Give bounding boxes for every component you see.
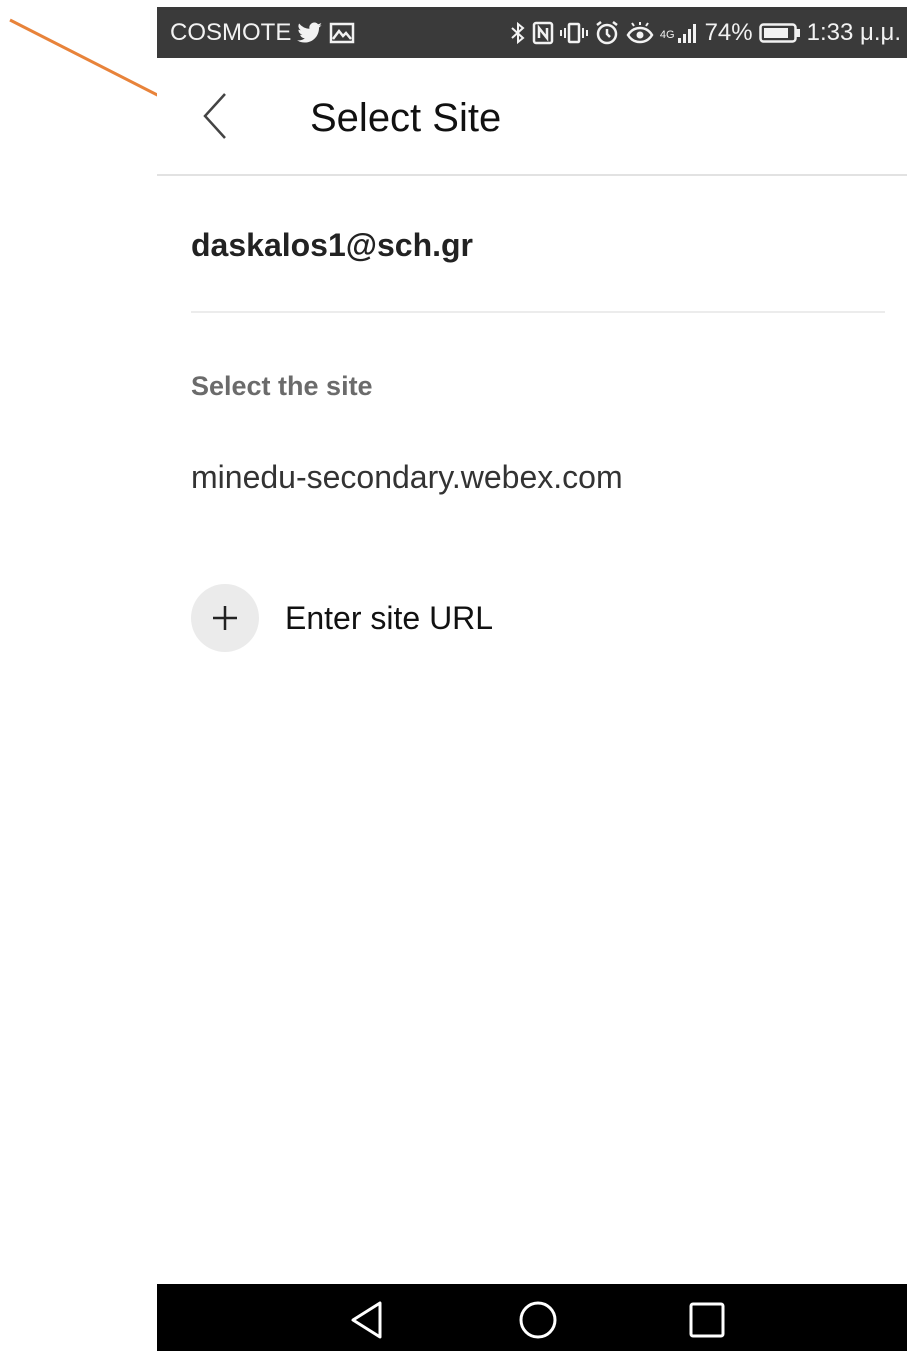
page: COSMOTE 4G 74% 1:33 μ.μ. Select Site das… <box>0 0 907 1351</box>
plus-icon <box>213 606 237 630</box>
alarm-icon <box>596 20 618 44</box>
page-title: Select Site <box>310 96 502 140</box>
app-header: Select Site <box>157 58 907 176</box>
navigation-bar <box>157 1284 907 1351</box>
account-row: daskalos1@sch.gr <box>191 175 885 313</box>
nav-back-button[interactable] <box>349 1300 389 1340</box>
account-email: daskalos1@sch.gr <box>191 227 473 263</box>
plus-circle <box>191 584 259 652</box>
chevron-left-icon <box>203 93 226 139</box>
nfc-icon <box>532 21 554 44</box>
battery-percent: 74% <box>704 18 753 46</box>
battery-icon <box>758 22 800 43</box>
vibrate-icon <box>559 22 588 43</box>
nav-recents-icon <box>689 1302 725 1338</box>
nav-back-icon <box>351 1301 382 1339</box>
twitter-icon <box>297 21 323 42</box>
status-bar: COSMOTE 4G 74% 1:33 μ.μ. <box>157 7 907 58</box>
network-type: 4G <box>659 28 675 41</box>
carrier-name: COSMOTE <box>170 18 292 46</box>
nav-home-icon <box>519 1301 557 1339</box>
gallery-icon <box>330 22 355 43</box>
bluetooth-icon <box>511 21 525 44</box>
eye-comfort-icon <box>626 21 654 43</box>
nav-recents-button[interactable] <box>687 1300 727 1340</box>
phone-screen: COSMOTE 4G 74% 1:33 μ.μ. Select Site das… <box>157 7 907 1351</box>
status-time: 1:33 μ.μ. <box>806 18 901 46</box>
nav-home-button[interactable] <box>518 1300 558 1340</box>
signal-icon <box>677 23 696 43</box>
enter-site-url-label: Enter site URL <box>285 599 494 636</box>
site-list-item[interactable]: minedu-secondary.webex.com <box>191 459 885 509</box>
section-label: Select the site <box>191 371 373 401</box>
enter-site-url-button[interactable]: Enter site URL <box>191 584 493 652</box>
back-button[interactable] <box>195 90 235 142</box>
